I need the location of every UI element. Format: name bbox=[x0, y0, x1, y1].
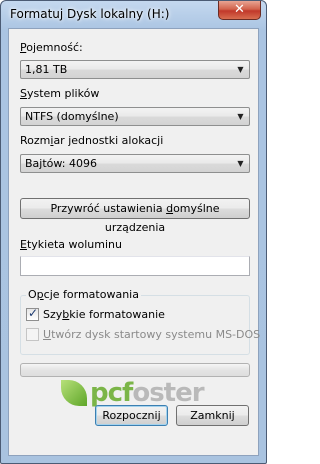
chevron-down-icon: ▼ bbox=[237, 112, 244, 121]
format-dialog: Formatuj Dysk lokalny (H:) ✕ Pojemność: … bbox=[0, 0, 267, 464]
filesystem-value: NTFS (domyślne) bbox=[25, 110, 119, 123]
quick-format-checkbox-row[interactable]: ✓ Szybkie formatowanie bbox=[26, 306, 226, 322]
volume-label-input[interactable] bbox=[20, 256, 250, 276]
watermark-text: pcfoster bbox=[90, 378, 205, 408]
chevron-down-icon: ▼ bbox=[237, 159, 244, 168]
capacity-value: 1,81 TB bbox=[25, 63, 68, 76]
quick-format-label: Szybkie formatowanie bbox=[43, 308, 165, 321]
chevron-down-icon: ▼ bbox=[237, 65, 244, 74]
start-button[interactable]: Rozpocznij bbox=[95, 405, 168, 426]
allocation-value: Bajtów: 4096 bbox=[25, 157, 97, 170]
allocation-label: Rozmiar jednostki alokacji bbox=[20, 134, 164, 147]
quick-format-checkbox[interactable]: ✓ bbox=[26, 306, 39, 321]
filesystem-label: System plików bbox=[20, 87, 100, 100]
capacity-select[interactable]: 1,81 TB ▼ bbox=[20, 60, 250, 79]
checkmark-icon: ✓ bbox=[28, 306, 39, 320]
capacity-label: Pojemność: bbox=[20, 41, 83, 54]
msdos-startup-checkbox[interactable] bbox=[26, 328, 39, 341]
format-options-title: Opcje formatowania bbox=[26, 288, 141, 301]
allocation-select[interactable]: Bajtów: 4096 ▼ bbox=[20, 154, 250, 173]
title-bar[interactable]: Formatuj Dysk lokalny (H:) ✕ bbox=[1, 1, 266, 28]
format-options-group: Opcje formatowania ✓ Szybkie formatowani… bbox=[20, 288, 260, 355]
leaf-logo-icon bbox=[61, 380, 87, 406]
restore-defaults-button[interactable]: Przywróć ustawienia domyślne urządzenia bbox=[20, 198, 250, 234]
msdos-startup-checkbox-row[interactable]: Utwórz dysk startowy systemu MS-DOS bbox=[26, 328, 260, 342]
dialog-content: Pojemność: 1,81 TB ▼ System plików NTFS … bbox=[8, 28, 260, 456]
close-button[interactable]: Zamknij bbox=[176, 405, 249, 426]
close-window-button[interactable]: ✕ bbox=[218, 1, 261, 20]
msdos-startup-label: Utwórz dysk startowy systemu MS-DOS bbox=[43, 328, 261, 341]
volume-label-label: Etykieta woluminu bbox=[20, 238, 122, 251]
format-progress-bar bbox=[20, 363, 250, 377]
window-title: Formatuj Dysk lokalny (H:) bbox=[10, 7, 170, 21]
close-icon: ✕ bbox=[234, 2, 245, 17]
filesystem-select[interactable]: NTFS (domyślne) ▼ bbox=[20, 107, 250, 126]
